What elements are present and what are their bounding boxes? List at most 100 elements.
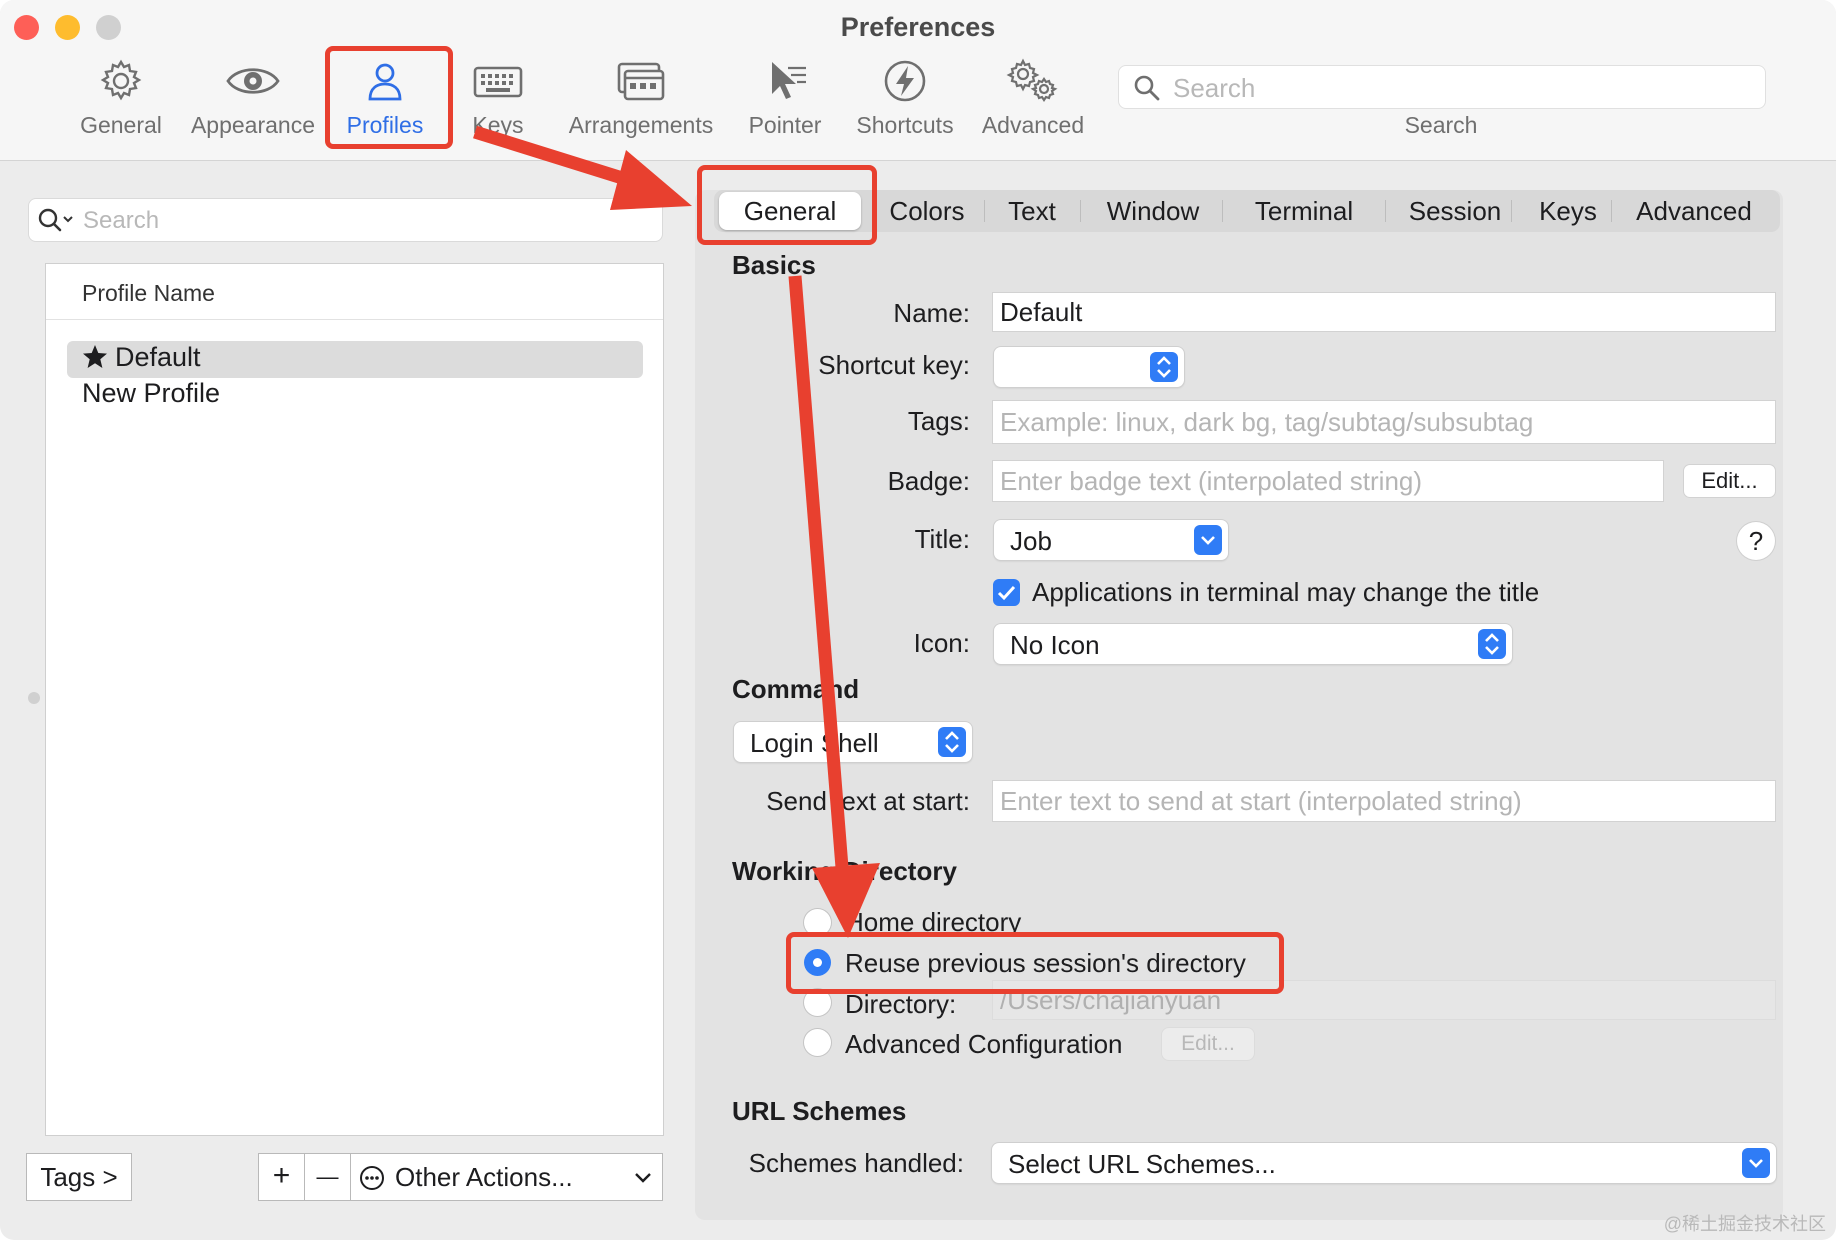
url-schemes-heading: URL Schemes <box>732 1096 907 1126</box>
split-handle[interactable] <box>28 692 40 704</box>
toolbar-shortcuts[interactable]: Shortcuts <box>852 58 958 148</box>
cursor-icon <box>772 62 806 99</box>
send-text-field[interactable] <box>992 780 1776 822</box>
command-value: Login Shell <box>750 728 879 758</box>
command-popup[interactable]: Login Shell <box>734 722 972 762</box>
tags-input[interactable] <box>993 401 1775 443</box>
preferences-window: Preferences General Appearance Profiles … <box>0 0 1836 1240</box>
shortcut-key-label: Shortcut key: <box>818 350 970 380</box>
badge-edit-button[interactable]: Edit... <box>1683 464 1776 498</box>
icon-label: Icon: <box>913 628 970 658</box>
eye-icon <box>226 68 280 94</box>
schemes-handled-popup[interactable]: Select URL Schemes... <box>992 1143 1776 1183</box>
tab-separator <box>1080 200 1081 222</box>
help-button[interactable]: ? <box>1737 522 1775 560</box>
window-title: Preferences <box>840 12 996 42</box>
search-icon <box>38 208 73 232</box>
title-value: Job <box>1010 526 1052 556</box>
toolbar-label: Shortcuts <box>856 112 954 138</box>
tab-terminal[interactable]: Terminal <box>1229 190 1379 232</box>
gear-icon <box>100 59 142 101</box>
remove-profile-button[interactable]: — <box>304 1153 351 1201</box>
basics-heading: Basics <box>732 250 816 280</box>
advanced-config-edit-button[interactable]: Edit... <box>1162 1028 1254 1060</box>
chevron-down-icon <box>1194 525 1222 555</box>
toolbar-label: Keys <box>472 112 524 138</box>
star-icon <box>83 345 107 368</box>
toolbar-search-field[interactable] <box>1118 65 1766 109</box>
apps-change-title-checkbox[interactable] <box>993 579 1020 606</box>
tags-field[interactable] <box>992 400 1776 444</box>
profile-name-column-header[interactable]: Profile Name <box>82 280 215 307</box>
toolbar-label: Arrangements <box>568 112 714 138</box>
name-input[interactable] <box>993 293 1775 331</box>
icon-popup[interactable]: No Icon <box>994 624 1512 664</box>
icon-value: No Icon <box>1010 630 1100 660</box>
shortcut-key-popup[interactable] <box>994 347 1184 387</box>
toolbar-label: Appearance <box>190 112 316 138</box>
annotation-box-profiles <box>325 46 453 149</box>
send-text-input[interactable] <box>993 781 1775 821</box>
toolbar-label: General <box>80 112 162 138</box>
toolbar-search-input[interactable] <box>1171 71 1745 105</box>
title-label: Title: <box>914 524 970 554</box>
toolbar-label: Advanced <box>981 112 1085 138</box>
toolbar-general[interactable]: General <box>74 58 168 148</box>
apps-change-title-label[interactable]: Applications in terminal may change the … <box>1032 577 1539 608</box>
name-field[interactable] <box>992 292 1776 332</box>
tab-session[interactable]: Session <box>1392 190 1518 232</box>
tab-separator <box>1222 200 1223 222</box>
profile-list: Profile Name Default New Profile <box>45 263 664 1136</box>
windows-icon <box>617 62 665 101</box>
toolbar-arrangements[interactable]: Arrangements <box>566 58 716 148</box>
advanced-config-label[interactable]: Advanced Configuration <box>845 1029 1123 1060</box>
tab-keys[interactable]: Keys <box>1518 190 1618 232</box>
badge-field[interactable] <box>992 460 1664 502</box>
toolbar-advanced[interactable]: Advanced <box>980 58 1086 148</box>
toolbar-label: Pointer <box>748 112 822 138</box>
tab-separator <box>1385 200 1386 222</box>
toolbar-keys[interactable]: Keys <box>458 58 538 148</box>
annotation-box-reuse-directory <box>786 932 1284 994</box>
lightning-icon <box>884 60 926 102</box>
name-label: Name: <box>893 298 970 328</box>
tags-label: Tags: <box>907 406 970 436</box>
toolbar-pointer[interactable]: Pointer <box>744 58 826 148</box>
add-profile-button[interactable]: + <box>258 1153 305 1201</box>
checkmark-icon <box>997 585 1016 601</box>
tab-text[interactable]: Text <box>992 190 1072 232</box>
tab-window[interactable]: Window <box>1088 190 1218 232</box>
annotation-box-general-tab <box>697 165 877 245</box>
up-down-stepper-icon <box>938 727 966 757</box>
profile-list-header: Profile Name <box>46 264 663 320</box>
watermark: @稀土掘金技术社区 <box>1663 1214 1826 1234</box>
up-down-stepper-icon <box>1478 629 1506 659</box>
schemes-handled-value: Select URL Schemes... <box>1008 1149 1276 1179</box>
up-down-stepper-icon <box>1150 352 1178 382</box>
toolbar-appearance[interactable]: Appearance <box>188 58 318 148</box>
chevron-down-icon <box>1742 1148 1770 1178</box>
badge-input[interactable] <box>993 461 1663 501</box>
advanced-config-radio[interactable] <box>804 1029 831 1056</box>
profile-name: Default <box>115 342 201 372</box>
working-directory-heading: Working Directory <box>732 856 957 886</box>
title-popup[interactable]: Job <box>994 520 1228 560</box>
tab-separator <box>984 200 985 222</box>
other-actions-menu[interactable]: Other Actions... <box>350 1153 663 1201</box>
chevron-down-icon <box>635 1173 651 1183</box>
tab-advanced[interactable]: Advanced <box>1619 190 1769 232</box>
badge-label: Badge: <box>887 466 970 496</box>
tab-colors[interactable]: Colors <box>872 190 982 232</box>
schemes-handled-label: Schemes handled: <box>748 1148 964 1178</box>
profile-search-input[interactable] <box>81 204 645 238</box>
toolbar: Preferences General Appearance Profiles … <box>0 0 1836 161</box>
profile-settings-panel <box>695 190 1783 1220</box>
tab-separator <box>1511 200 1512 222</box>
tags-button[interactable]: Tags > <box>26 1153 132 1201</box>
ellipsis-circle-icon <box>360 1166 384 1190</box>
command-heading: Command <box>732 674 860 704</box>
other-actions-label: Other Actions... <box>395 1162 573 1192</box>
profile-row-new-profile[interactable]: New Profile <box>82 378 220 409</box>
send-text-label: Send text at start: <box>766 786 970 816</box>
profile-search-field[interactable] <box>28 198 663 242</box>
